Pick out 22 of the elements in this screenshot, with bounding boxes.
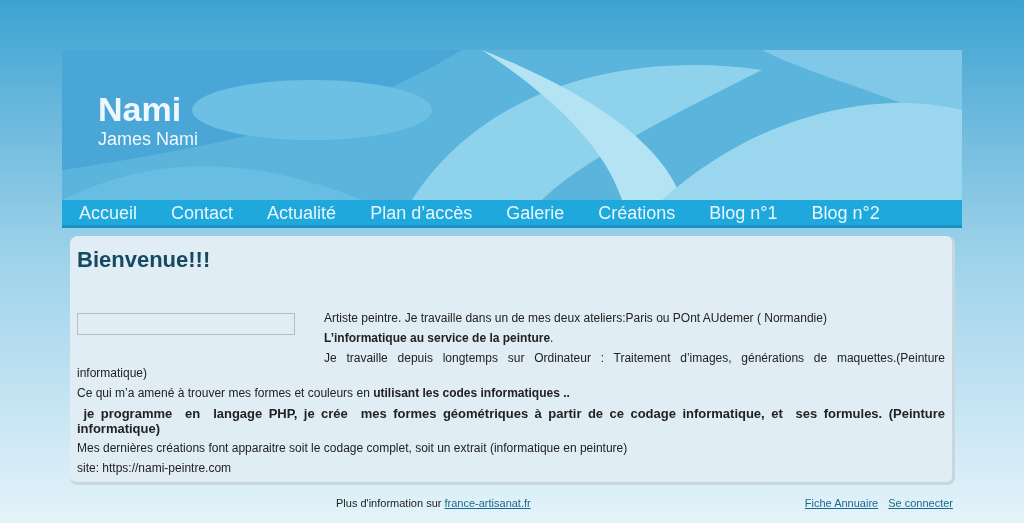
footer-link[interactable]: france-artisanat.fr: [444, 496, 531, 509]
site-title: Nami: [98, 90, 183, 128]
nav-link[interactable]: Plan d’accès: [370, 201, 473, 224]
paragraph: Artiste peintre. Je travaille dans un de mes deux ateliers:Paris ou POnt AUdemer ( Normandie): [324, 311, 828, 326]
nav-link[interactable]: Blog n°2: [811, 201, 880, 224]
site-subtitle: James Nami: [98, 128, 200, 150]
paragraph: Mes dernières créations font apparaitre soit le codage complet, soit un extrait (informatique en peinture): [77, 441, 629, 456]
footer-info: Plus d'information sur france-artisanat.fr: [336, 495, 531, 511]
nav-link[interactable]: Actualité: [267, 201, 337, 224]
nav-link[interactable]: Blog n°1: [709, 201, 778, 224]
footer-link[interactable]: Fiche Annuaire: [804, 494, 879, 512]
page-heading: Bienvenue!!!: [77, 246, 212, 274]
paragraph: site: https://nami-peintre.com: [77, 461, 233, 476]
nav-link[interactable]: Créations: [598, 201, 676, 224]
paragraph: L’informatique au service de la peinture.: [324, 331, 555, 346]
paragraph: je programme en langage PHP, je crée mes formes géométriques à partir de ce codage informatique, et ses formules. (Peinture informatique): [77, 406, 945, 436]
nav-link[interactable]: Galerie: [506, 201, 565, 224]
paragraph: Ce qui m’a amené à trouver mes formes et couleurs en utilisant les codes informatiques ..: [77, 386, 571, 401]
nav-link[interactable]: Contact: [171, 201, 234, 224]
footer-link[interactable]: Se connecter: [888, 494, 953, 512]
nav-link[interactable]: Accueil: [79, 201, 138, 224]
paragraph: Je travaille depuis longtemps sur Ordinateur : Traitement d’images, générations de maquettes.(Peinture informatique): [77, 351, 945, 381]
